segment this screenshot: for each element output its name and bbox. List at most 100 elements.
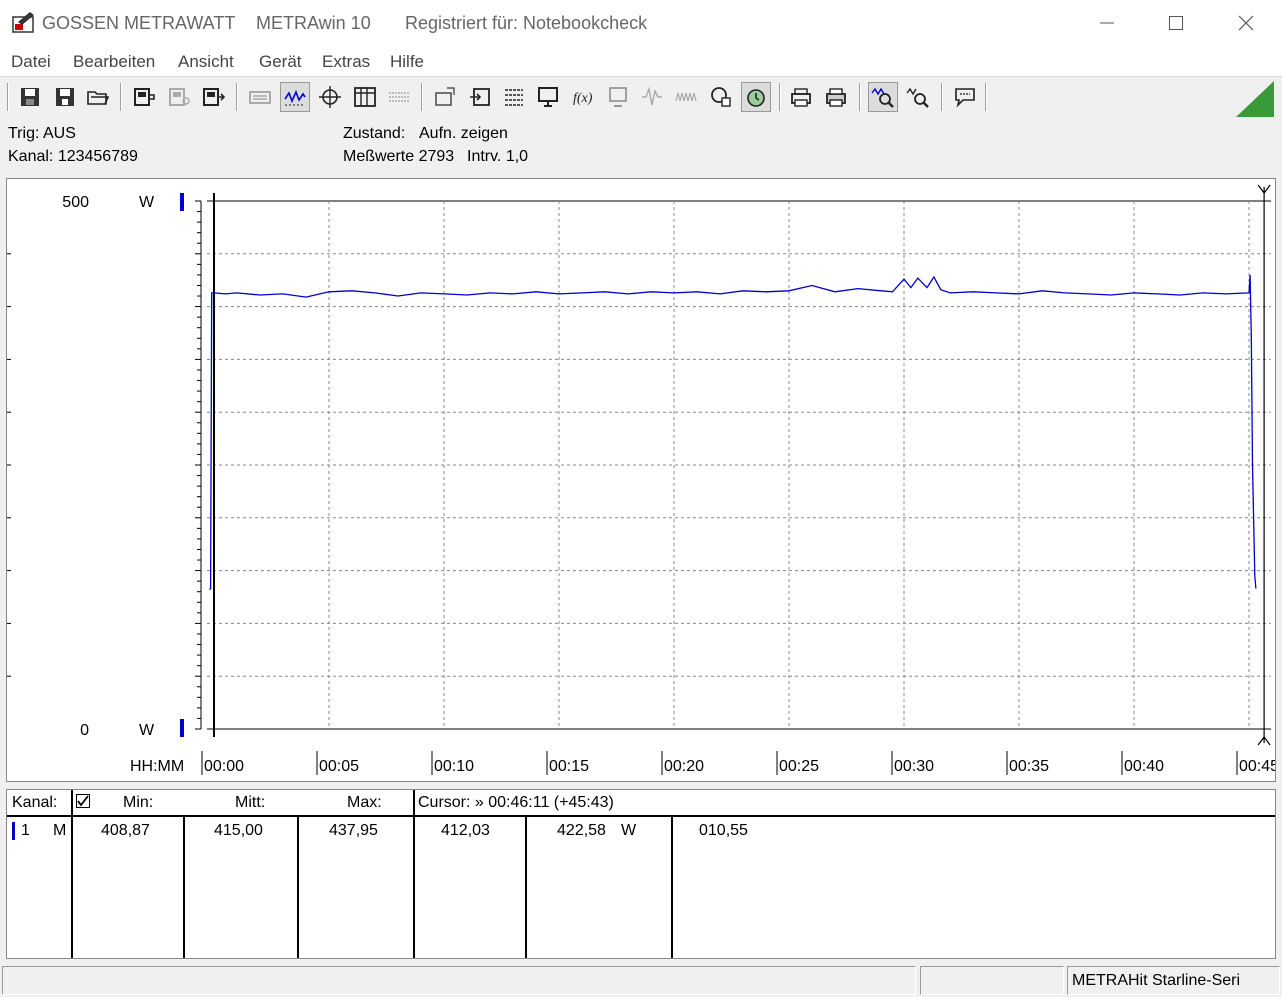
print-icon[interactable] (821, 82, 851, 112)
y-unit-label-top: W (139, 194, 155, 211)
noise-icon[interactable] (671, 82, 701, 112)
data-table: Kanal: Min: Mitt: Max: Cursor: » 00:46:1… (6, 789, 1276, 959)
status-triangle-icon (1236, 81, 1274, 117)
toolbar-separator (421, 83, 423, 111)
device-name: METRAHit Starline-Seri (1072, 972, 1241, 989)
channel-scale-marker-top (180, 193, 184, 211)
channel-settings-icon[interactable] (499, 82, 529, 112)
channel-number: 1 (21, 822, 30, 839)
series-line (208, 274, 1257, 591)
monitor-icon[interactable] (533, 82, 563, 112)
signal-icon[interactable] (637, 82, 667, 112)
toolbar-separator (859, 83, 861, 111)
interval-value: Intrv. 1,0 (467, 148, 529, 165)
table-column-divider (525, 815, 527, 958)
header-mitt: Mitt: (235, 794, 266, 811)
registration-title: Registriert für: Notebookcheck (405, 13, 648, 33)
menu-datei[interactable]: Datei (11, 52, 51, 72)
chart-panel: 500 0 W W HH:MM 00:00 00:05 00:10 00:15 00:20 00:2… (6, 178, 1276, 782)
x-tick-label: 00:05 (319, 758, 359, 775)
record-icon[interactable] (706, 82, 736, 112)
toolbar-separator (941, 83, 943, 111)
value-second-cursor: 422,58 (557, 822, 606, 839)
close-button[interactable] (1212, 0, 1280, 46)
x-tick-label: 00:45 (1239, 758, 1275, 775)
table-header-divider (7, 815, 1275, 817)
channel-color-marker (12, 822, 15, 840)
table-column-divider (183, 815, 185, 958)
trigger-status: Trig: AUS (8, 125, 76, 142)
crosshair-icon[interactable] (315, 82, 345, 112)
x-tick-label: 00:40 (1124, 758, 1164, 775)
header-max: Max: (347, 794, 382, 811)
status-pane-main (2, 966, 916, 995)
x-axis-label: HH:MM (130, 758, 184, 775)
menu-ansicht[interactable]: Ansicht (178, 52, 234, 72)
channel-mode: M (53, 822, 67, 839)
header-min: Min: (123, 794, 154, 811)
waveform-view-icon[interactable] (280, 82, 310, 112)
table-column-divider (71, 790, 73, 958)
value-min: 408,87 (101, 822, 150, 839)
y-tick-label-top: 500 (62, 194, 89, 211)
measurement-count: Meßwerte 2793 (343, 148, 455, 165)
zoom-curve-icon[interactable] (868, 82, 898, 112)
x-tick-label: 00:20 (664, 758, 704, 775)
menu-geraet[interactable]: Gerät (259, 52, 302, 72)
y-unit-label-bottom: W (139, 722, 155, 739)
x-tick-label: 00:15 (549, 758, 589, 775)
channel-status: Kanal: 123456789 (8, 148, 138, 165)
header-cursor: Cursor: » 00:46:11 (+45:43) (418, 794, 614, 811)
value-unit: W (621, 822, 637, 839)
toolbar-separator (7, 83, 9, 111)
table-column-divider (671, 815, 673, 958)
title-bar: GOSSEN METRAWATT METRAwin 10 Registriert… (0, 0, 1282, 46)
maximize-button[interactable] (1142, 0, 1210, 46)
channel-scale-marker-bottom (180, 719, 184, 737)
app-title: METRAwin 10 (256, 13, 371, 33)
x-tick-label: 00:10 (434, 758, 474, 775)
trigger-icon[interactable] (741, 82, 771, 112)
device-connect-icon[interactable] (129, 82, 159, 112)
table-view-icon[interactable] (350, 82, 380, 112)
zustand-label: Zustand: (343, 125, 406, 142)
status-pane-middle (920, 966, 1064, 995)
display-icon[interactable] (603, 82, 633, 112)
x-tick-label: 00:30 (894, 758, 934, 775)
gossen-logo-icon (12, 10, 38, 34)
value-mitt: 415,00 (214, 822, 263, 839)
print-preview-icon[interactable] (786, 82, 816, 112)
formula-icon[interactable]: f(x) (568, 82, 598, 112)
minimize-button[interactable] (1073, 0, 1141, 46)
zoom-in-icon[interactable] (903, 82, 933, 112)
menu-hilfe[interactable]: Hilfe (390, 52, 424, 72)
status-pane-device: METRAHit Starline-Seri (1067, 966, 1280, 995)
open-folder-icon[interactable] (83, 82, 113, 112)
toolbar-separator (985, 83, 987, 111)
x-tick-label: 00:25 (779, 758, 819, 775)
channel-visible-checkbox[interactable] (76, 794, 90, 808)
brand-title: GOSSEN METRAWATT (42, 13, 236, 33)
value-cursor: 412,03 (441, 822, 490, 839)
import-icon[interactable] (430, 82, 460, 112)
device-settings-icon[interactable] (164, 82, 194, 112)
save-as-icon[interactable] (50, 82, 80, 112)
message-icon[interactable] (950, 82, 980, 112)
save-icon[interactable] (15, 82, 45, 112)
menu-extras[interactable]: Extras (322, 52, 370, 72)
x-tick-label: 00:35 (1009, 758, 1049, 775)
value-max: 437,95 (329, 822, 378, 839)
menu-bearbeiten[interactable]: Bearbeiten (73, 52, 155, 72)
list-view-icon[interactable] (384, 82, 414, 112)
toolbar: f(x) (0, 77, 1282, 119)
keyboard-icon[interactable] (245, 82, 275, 112)
zustand-value: Aufn. zeigen (419, 125, 508, 142)
device-export-icon[interactable] (198, 82, 228, 112)
menu-bar: Datei Bearbeiten Ansicht Gerät Extras Hi… (0, 46, 1282, 77)
toolbar-separator (779, 83, 781, 111)
export-data-icon[interactable] (465, 82, 495, 112)
status-bar: METRAHit Starline-Seri (0, 966, 1282, 997)
value-difference: 010,55 (699, 822, 748, 839)
header-kanal: Kanal: (12, 794, 58, 811)
power-chart[interactable]: 500 0 W W HH:MM 00:00 00:05 00:10 00:15 00:20 00:2… (7, 179, 1275, 781)
